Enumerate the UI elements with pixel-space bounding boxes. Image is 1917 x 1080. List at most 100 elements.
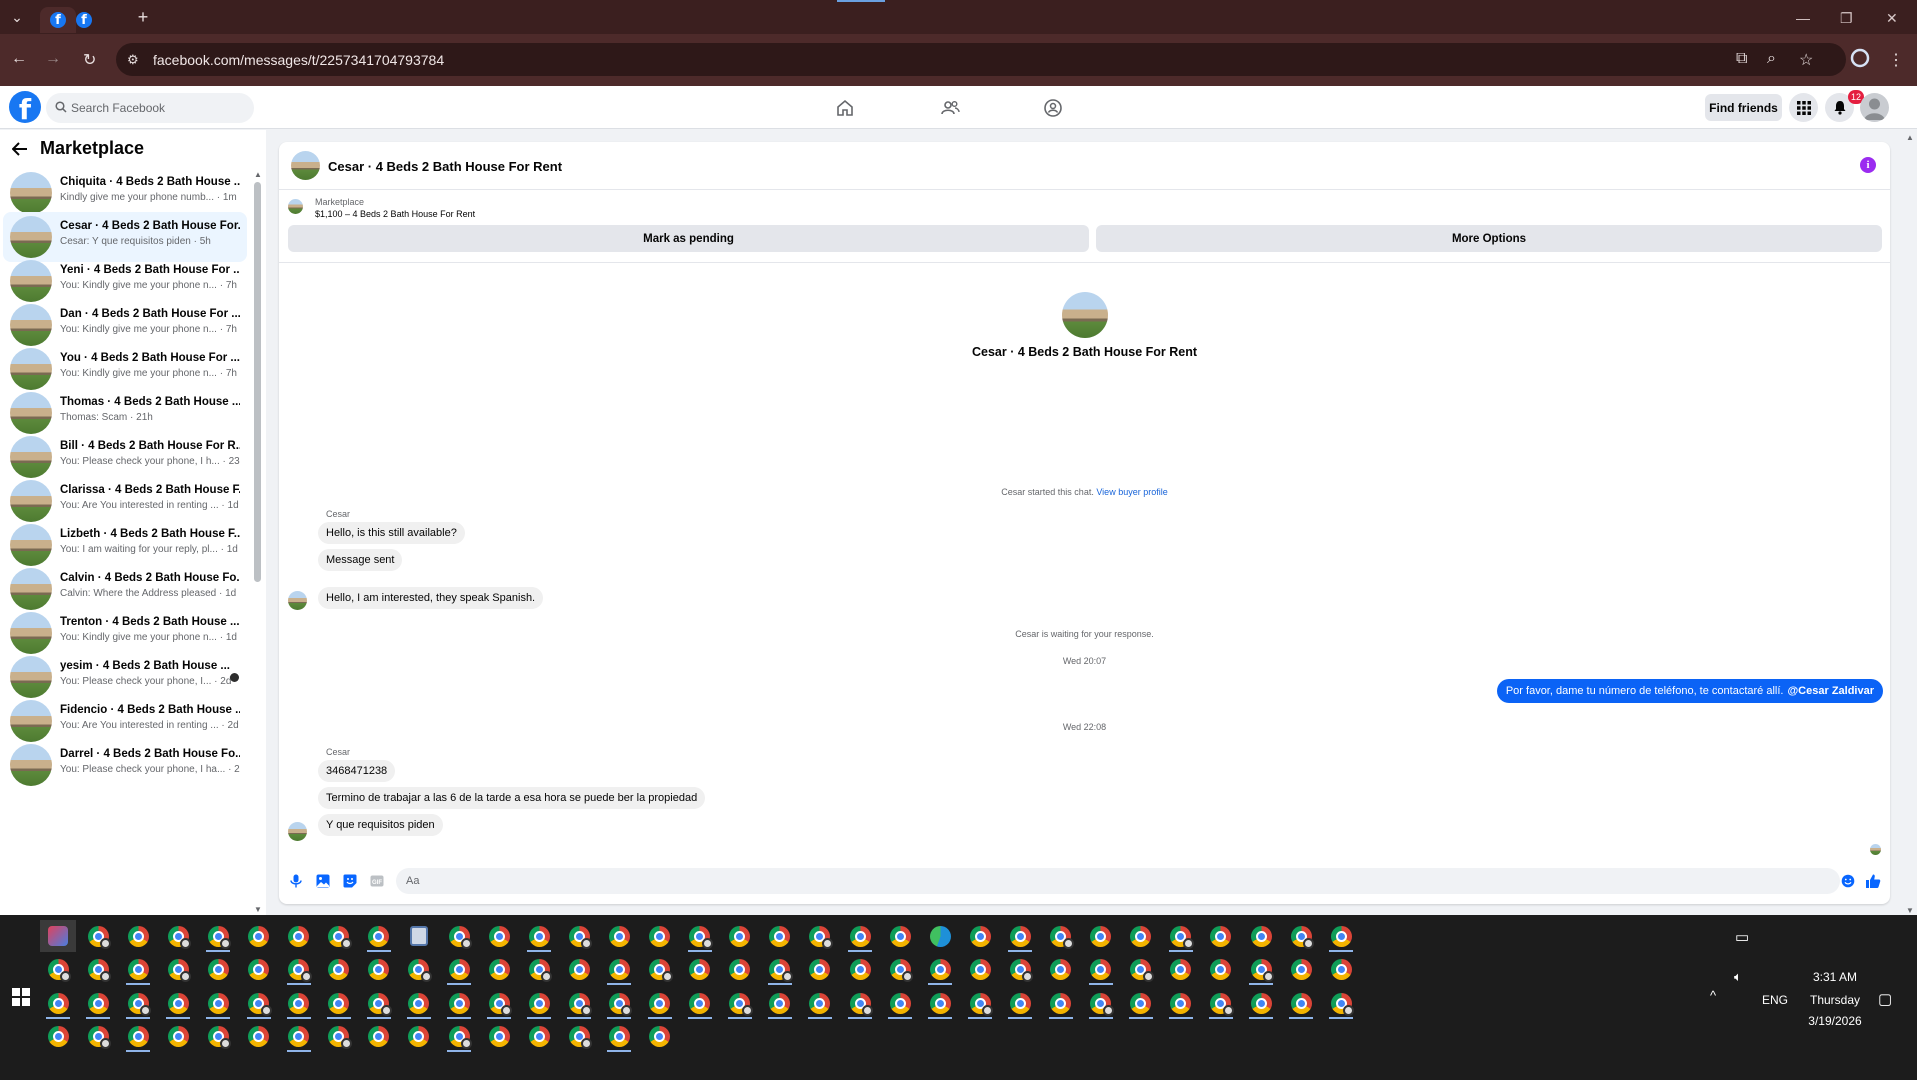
volume-icon[interactable]: 🔈︎ bbox=[1734, 969, 1742, 985]
chrome-taskbar-icon[interactable] bbox=[80, 920, 116, 952]
chrome-taskbar-icon[interactable] bbox=[1163, 987, 1199, 1019]
conversation-item[interactable]: Lizbeth · 4 Beds 2 Bath House F... You: I… bbox=[3, 520, 247, 570]
task-view-icon[interactable]: ▭ bbox=[1735, 928, 1749, 946]
chrome-taskbar-icon[interactable] bbox=[441, 1020, 477, 1052]
chrome-taskbar-icon[interactable] bbox=[561, 953, 597, 985]
language-indicator[interactable]: ENG bbox=[1762, 993, 1788, 1007]
chrome-taskbar-icon[interactable] bbox=[361, 920, 397, 952]
clock-day[interactable]: Thursday bbox=[1805, 993, 1865, 1007]
chrome-taskbar-icon[interactable] bbox=[1043, 953, 1079, 985]
message-input[interactable] bbox=[396, 868, 1840, 894]
scroll-up-arrow[interactable]: ▲ bbox=[254, 170, 262, 179]
site-settings-icon[interactable]: ⚙ bbox=[127, 52, 139, 68]
chrome-taskbar-icon[interactable] bbox=[601, 1020, 637, 1052]
chrome-taskbar-icon[interactable] bbox=[1123, 920, 1159, 952]
chrome-taskbar-icon[interactable] bbox=[1323, 953, 1359, 985]
incoming-message[interactable]: Message sent bbox=[318, 549, 403, 571]
chrome-taskbar-icon[interactable] bbox=[80, 987, 116, 1019]
chrome-taskbar-icon[interactable] bbox=[1243, 920, 1279, 952]
chrome-taskbar-icon[interactable] bbox=[722, 987, 758, 1019]
chrome-taskbar-icon[interactable] bbox=[80, 953, 116, 985]
chrome-taskbar-icon[interactable] bbox=[200, 953, 236, 985]
tab-search-dropdown[interactable]: ⌄ bbox=[6, 6, 28, 28]
chrome-taskbar-icon[interactable] bbox=[762, 987, 798, 1019]
chrome-taskbar-icon[interactable] bbox=[762, 953, 798, 985]
conversation-item[interactable]: Dan · 4 Beds 2 Bath House For ... You: Ki… bbox=[3, 300, 247, 350]
chrome-taskbar-icon[interactable] bbox=[882, 920, 918, 952]
chrome-taskbar-icon[interactable] bbox=[1002, 920, 1038, 952]
edge-taskbar-icon[interactable] bbox=[922, 920, 958, 952]
chrome-taskbar-icon[interactable] bbox=[281, 1020, 317, 1052]
chrome-taskbar-icon[interactable] bbox=[401, 1020, 437, 1052]
like-thumb-icon[interactable] bbox=[1865, 873, 1881, 889]
chrome-taskbar-icon[interactable] bbox=[361, 987, 397, 1019]
photo-icon[interactable] bbox=[316, 874, 330, 888]
chrome-taskbar-icon[interactable] bbox=[200, 920, 236, 952]
chrome-taskbar-icon[interactable] bbox=[1083, 953, 1119, 985]
find-friends-button[interactable]: Find friends bbox=[1705, 94, 1782, 121]
chrome-taskbar-icon[interactable] bbox=[160, 987, 196, 1019]
chrome-taskbar-icon[interactable] bbox=[1123, 953, 1159, 985]
chrome-taskbar-icon[interactable] bbox=[561, 987, 597, 1019]
chrome-taskbar-icon[interactable] bbox=[281, 987, 317, 1019]
account-avatar[interactable] bbox=[1860, 93, 1889, 122]
chrome-taskbar-icon[interactable] bbox=[1083, 920, 1119, 952]
conversation-item[interactable]: Clarissa · 4 Beds 2 Bath House F... You: … bbox=[3, 476, 247, 526]
chrome-taskbar-icon[interactable] bbox=[40, 953, 76, 985]
new-tab-button[interactable]: + bbox=[132, 6, 154, 28]
mark-as-pending-button[interactable]: Mark as pending bbox=[288, 225, 1089, 252]
chrome-taskbar-icon[interactable] bbox=[642, 953, 678, 985]
chrome-taskbar-icon[interactable] bbox=[601, 953, 637, 985]
chrome-taskbar-icon[interactable] bbox=[882, 953, 918, 985]
chrome-taskbar-icon[interactable] bbox=[521, 1020, 557, 1052]
chrome-taskbar-icon[interactable] bbox=[321, 920, 357, 952]
browser-menu-icon[interactable]: ⋮ bbox=[1888, 50, 1904, 70]
search-input[interactable] bbox=[71, 93, 246, 123]
chrome-taskbar-icon[interactable] bbox=[80, 1020, 116, 1052]
microphone-icon[interactable] bbox=[289, 874, 303, 888]
chrome-taskbar-icon[interactable] bbox=[1043, 920, 1079, 952]
chrome-taskbar-icon[interactable] bbox=[160, 920, 196, 952]
more-options-button[interactable]: More Options bbox=[1096, 225, 1882, 252]
chrome-taskbar-icon[interactable] bbox=[1002, 953, 1038, 985]
chrome-taskbar-icon[interactable] bbox=[682, 953, 718, 985]
chrome-taskbar-icon[interactable] bbox=[762, 920, 798, 952]
back-arrow-icon[interactable] bbox=[12, 141, 28, 156]
incoming-message[interactable]: Y que requisitos piden bbox=[318, 814, 443, 836]
profile-icon[interactable] bbox=[1850, 48, 1870, 73]
chrome-taskbar-icon[interactable] bbox=[401, 987, 437, 1019]
sender-avatar[interactable] bbox=[288, 591, 307, 610]
chrome-taskbar-icon[interactable] bbox=[642, 920, 678, 952]
chrome-taskbar-icon[interactable] bbox=[802, 920, 838, 952]
chrome-taskbar-icon[interactable] bbox=[962, 920, 998, 952]
conversation-item[interactable]: Chiquita · 4 Beds 2 Bath House ... Kindly… bbox=[3, 168, 247, 218]
chrome-taskbar-icon[interactable] bbox=[882, 987, 918, 1019]
chrome-taskbar-icon[interactable] bbox=[401, 953, 437, 985]
sender-avatar[interactable] bbox=[288, 822, 307, 841]
chrome-taskbar-icon[interactable] bbox=[842, 987, 878, 1019]
chrome-taskbar-icon[interactable] bbox=[40, 987, 76, 1019]
incoming-message[interactable]: Hello, I am interested, they speak Spani… bbox=[318, 587, 544, 609]
chrome-taskbar-icon[interactable] bbox=[481, 1020, 517, 1052]
conversation-item[interactable]: Calvin · 4 Beds 2 Bath House Fo... Calvin… bbox=[3, 564, 247, 614]
friends-icon[interactable] bbox=[939, 97, 961, 119]
menu-grid-button[interactable] bbox=[1789, 93, 1818, 122]
groups-icon[interactable] bbox=[1042, 97, 1064, 119]
chrome-taskbar-icon[interactable] bbox=[1043, 987, 1079, 1019]
chrome-taskbar-icon[interactable] bbox=[1243, 987, 1279, 1019]
conversation-item[interactable]: Fidencio · 4 Beds 2 Bath House ... You: A… bbox=[3, 696, 247, 746]
bookmark-star-icon[interactable]: ☆ bbox=[1799, 50, 1813, 70]
chrome-taskbar-icon[interactable] bbox=[802, 987, 838, 1019]
chrome-taskbar-icon[interactable] bbox=[682, 920, 718, 952]
chrome-taskbar-icon[interactable] bbox=[842, 953, 878, 985]
page-scroll-down[interactable]: ▼ bbox=[1906, 906, 1914, 915]
chrome-taskbar-icon[interactable] bbox=[1163, 920, 1199, 952]
install-app-icon[interactable]: ⧉ bbox=[1736, 50, 1747, 68]
info-icon[interactable]: i bbox=[1860, 157, 1876, 173]
chrome-taskbar-icon[interactable] bbox=[682, 987, 718, 1019]
minimize-icon[interactable]: — bbox=[1796, 10, 1810, 26]
chrome-taskbar-icon[interactable] bbox=[561, 1020, 597, 1052]
chrome-taskbar-icon[interactable] bbox=[1123, 987, 1159, 1019]
notification-center-icon[interactable]: ▢ bbox=[1878, 990, 1892, 1008]
emoji-icon[interactable] bbox=[1841, 874, 1855, 888]
